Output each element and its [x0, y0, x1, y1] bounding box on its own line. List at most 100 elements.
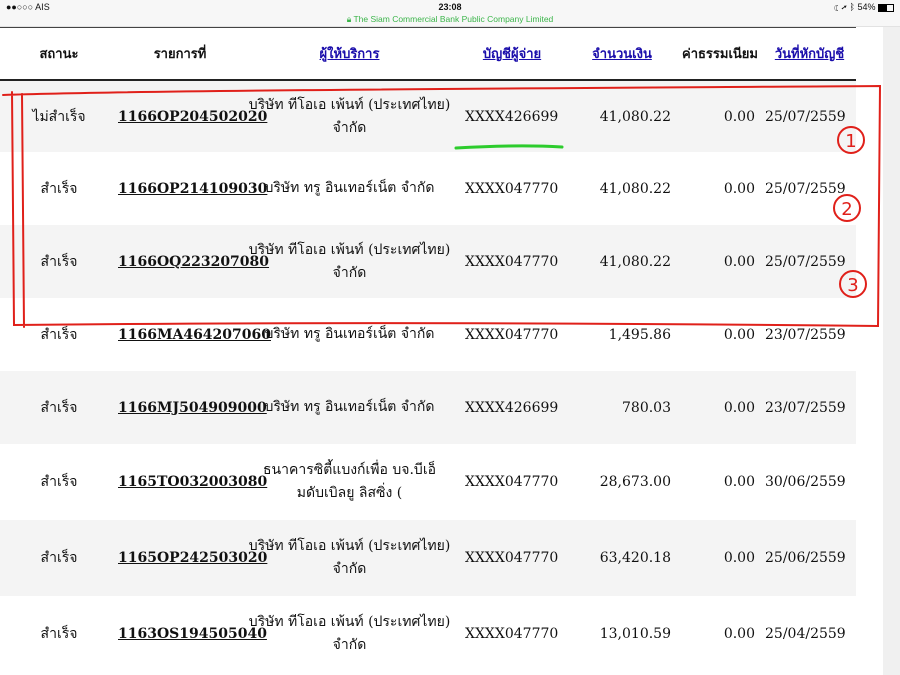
status-cell: ไม่สำเร็จ: [32, 108, 86, 125]
header-status: สถานะ: [0, 27, 118, 81]
provider-line1: บริษัท ทรู อินเทอร์เน็ต จำกัด: [264, 399, 435, 415]
scrollbar[interactable]: [883, 27, 900, 675]
reference-link[interactable]: 1165TO032003080: [118, 444, 267, 520]
provider-cell: ธนาคารซิตี้แบงก์เพื่อ บจ.บีเอ็มดับเบิลยู…: [242, 444, 457, 520]
reference-link[interactable]: 1166OP204502020: [118, 80, 267, 152]
provider-line1: บริษัท ทีโอเอ เพ้นท์ (ประเทศไทย): [248, 96, 451, 113]
table-row: สำเร็จ 1166MA464207060 บริษัท ทรู อินเทอ…: [0, 298, 856, 371]
sort-account-link[interactable]: บัญชีผู้จ่าย: [483, 46, 541, 61]
transaction-table: สถานะ รายการที่ ผู้ให้บริการ บัญชีผู้จ่า…: [0, 27, 856, 672]
header-account[interactable]: บัญชีผู้จ่าย: [457, 27, 567, 81]
date-cell: 25/04/2559: [765, 626, 846, 642]
battery-percent: 54%: [857, 2, 876, 12]
header-reference: รายการที่: [118, 27, 242, 81]
provider-line2: จำกัด: [332, 264, 367, 281]
reference-link[interactable]: 1166MA464207060: [118, 298, 271, 371]
table-row: สำเร็จ 1166MJ504909000 บริษัท ทรู อินเทอ…: [0, 371, 856, 444]
account-cell: XXXX047770: [465, 626, 559, 642]
account-cell: XXXX047770: [465, 474, 559, 490]
fee-cell: 0.00: [723, 326, 755, 343]
sort-amount-link[interactable]: จำนวนเงิน: [592, 46, 652, 61]
battery-icon: [878, 3, 894, 12]
amount-cell: 28,673.00: [599, 474, 671, 490]
fee-cell: 0.00: [723, 399, 755, 416]
fee-cell: 0.00: [723, 253, 755, 270]
amount-cell: 1,495.86: [608, 326, 671, 343]
table-row: สำเร็จ 1163OS194505040 บริษัท ทีโอเอ เพ้…: [0, 596, 856, 672]
account-cell: XXXX047770: [465, 550, 559, 566]
date-cell: 23/07/2559: [765, 326, 846, 343]
account-cell: XXXX426699: [465, 399, 559, 416]
provider-line1: บริษัท ทีโอเอ เพ้นท์ (ประเทศไทย): [248, 538, 451, 554]
sort-provider-link[interactable]: ผู้ให้บริการ: [320, 46, 380, 61]
date-cell: 25/07/2559: [765, 253, 846, 270]
provider-line1: ธนาคารซิตี้แบงก์เพื่อ บจ.บีเอ็: [262, 462, 437, 478]
provider-line1: บริษัท ทรู อินเทอร์เน็ต จำกัด: [264, 180, 435, 196]
table-row: สำเร็จ 1165TO032003080 ธนาคารซิตี้แบงก์เ…: [0, 444, 856, 520]
status-cell: สำเร็จ: [40, 399, 78, 416]
url-text: The Siam Commercial Bank Public Company …: [353, 14, 554, 24]
account-cell: XXXX426699: [465, 108, 559, 125]
amount-cell: 780.03: [622, 399, 671, 416]
provider-line2: จำกัด: [332, 561, 367, 577]
page-url[interactable]: 🔒︎ The Siam Commercial Bank Public Compa…: [0, 14, 900, 25]
sort-date-link[interactable]: วันที่หักบัญชี: [775, 46, 844, 61]
header-provider[interactable]: ผู้ให้บริการ: [242, 27, 457, 81]
status-cell: สำเร็จ: [40, 326, 78, 343]
provider-cell: บริษัท ทีโอเอ เพ้นท์ (ประเทศไทย) จำกัด: [242, 225, 457, 298]
reference-link[interactable]: 1166OP214109030: [118, 152, 267, 225]
table-header-row: สถานะ รายการที่ ผู้ให้บริการ บัญชีผู้จ่า…: [0, 27, 856, 81]
lock-icon: 🔒︎: [346, 14, 352, 24]
provider-line1: บริษัท ทีโอเอ เพ้นท์ (ประเทศไทย): [248, 614, 451, 630]
amount-cell: 63,420.18: [599, 550, 671, 566]
table-row: สำเร็จ 1166OQ223207080 บริษัท ทีโอเอ เพ้…: [0, 225, 856, 298]
status-cell: สำเร็จ: [40, 180, 78, 197]
moon-icon: ☾: [833, 2, 840, 12]
bluetooth-icon: ᛒ: [849, 2, 855, 12]
status-cell: สำเร็จ: [40, 626, 78, 642]
amount-cell: 13,010.59: [599, 626, 671, 642]
fee-cell: 0.00: [723, 550, 755, 566]
provider-cell: บริษัท ทรู อินเทอร์เน็ต จำกัด: [242, 371, 457, 444]
status-cell: สำเร็จ: [40, 253, 78, 270]
provider-cell: บริษัท ทีโอเอ เพ้นท์ (ประเทศไทย) จำกัด: [242, 80, 457, 152]
status-cell: สำเร็จ: [40, 474, 78, 490]
provider-line2: จำกัด: [332, 119, 367, 136]
fee-cell: 0.00: [723, 108, 755, 125]
reference-link[interactable]: 1165OP242503020: [118, 520, 267, 596]
table-row: สำเร็จ 1165OP242503020 บริษัท ทีโอเอ เพ้…: [0, 520, 856, 596]
header-date[interactable]: วันที่หักบัญชี: [763, 27, 856, 81]
ios-status-bar: ●●○○○ AIS 23:08 ☾ ➚ ᛒ 54% 🔒︎ The Siam Co…: [0, 0, 900, 27]
provider-line2: มดับเบิลยู ลิสซิ่ง (: [296, 485, 403, 501]
provider-line1: บริษัท ทีโอเอ เพ้นท์ (ประเทศไทย): [248, 241, 451, 258]
amount-cell: 41,080.22: [599, 253, 671, 270]
provider-cell: บริษัท ทีโอเอ เพ้นท์ (ประเทศไทย) จำกัด: [242, 520, 457, 596]
status-cell: สำเร็จ: [40, 550, 78, 566]
account-cell: XXXX047770: [465, 326, 559, 343]
fee-cell: 0.00: [723, 180, 755, 197]
provider-cell: บริษัท ทีโอเอ เพ้นท์ (ประเทศไทย) จำกัด: [242, 596, 457, 672]
provider-cell: บริษัท ทรู อินเทอร์เน็ต จำกัด: [242, 298, 457, 371]
header-amount[interactable]: จำนวนเงิน: [567, 27, 677, 81]
page-content: สถานะ รายการที่ ผู้ให้บริการ บัญชีผู้จ่า…: [0, 27, 856, 675]
status-icons: ☾ ➚ ᛒ 54%: [834, 2, 894, 12]
account-cell: XXXX047770: [465, 180, 559, 197]
reference-link[interactable]: 1166OQ223207080: [118, 225, 269, 298]
amount-cell: 41,080.22: [599, 180, 671, 197]
provider-cell: บริษัท ทรู อินเทอร์เน็ต จำกัด: [242, 152, 457, 225]
amount-cell: 41,080.22: [599, 108, 671, 125]
date-cell: 25/07/2559: [765, 180, 846, 197]
table-row: สำเร็จ 1166OP214109030 บริษัท ทรู อินเทอ…: [0, 152, 856, 225]
provider-line2: จำกัด: [332, 637, 367, 653]
clock: 23:08: [438, 2, 462, 12]
fee-cell: 0.00: [723, 626, 755, 642]
location-icon: ➚: [841, 2, 848, 12]
header-fee: ค่าธรรมเนียม: [677, 27, 763, 81]
date-cell: 25/06/2559: [765, 550, 846, 566]
table-row: ไม่สำเร็จ 1166OP204502020 บริษัท ทีโอเอ …: [0, 80, 856, 152]
provider-line1: บริษัท ทรู อินเทอร์เน็ต จำกัด: [264, 326, 435, 342]
date-cell: 30/06/2559: [765, 474, 846, 490]
reference-link[interactable]: 1163OS194505040: [118, 596, 267, 672]
date-cell: 25/07/2559: [765, 108, 846, 125]
reference-link[interactable]: 1166MJ504909000: [118, 371, 267, 444]
